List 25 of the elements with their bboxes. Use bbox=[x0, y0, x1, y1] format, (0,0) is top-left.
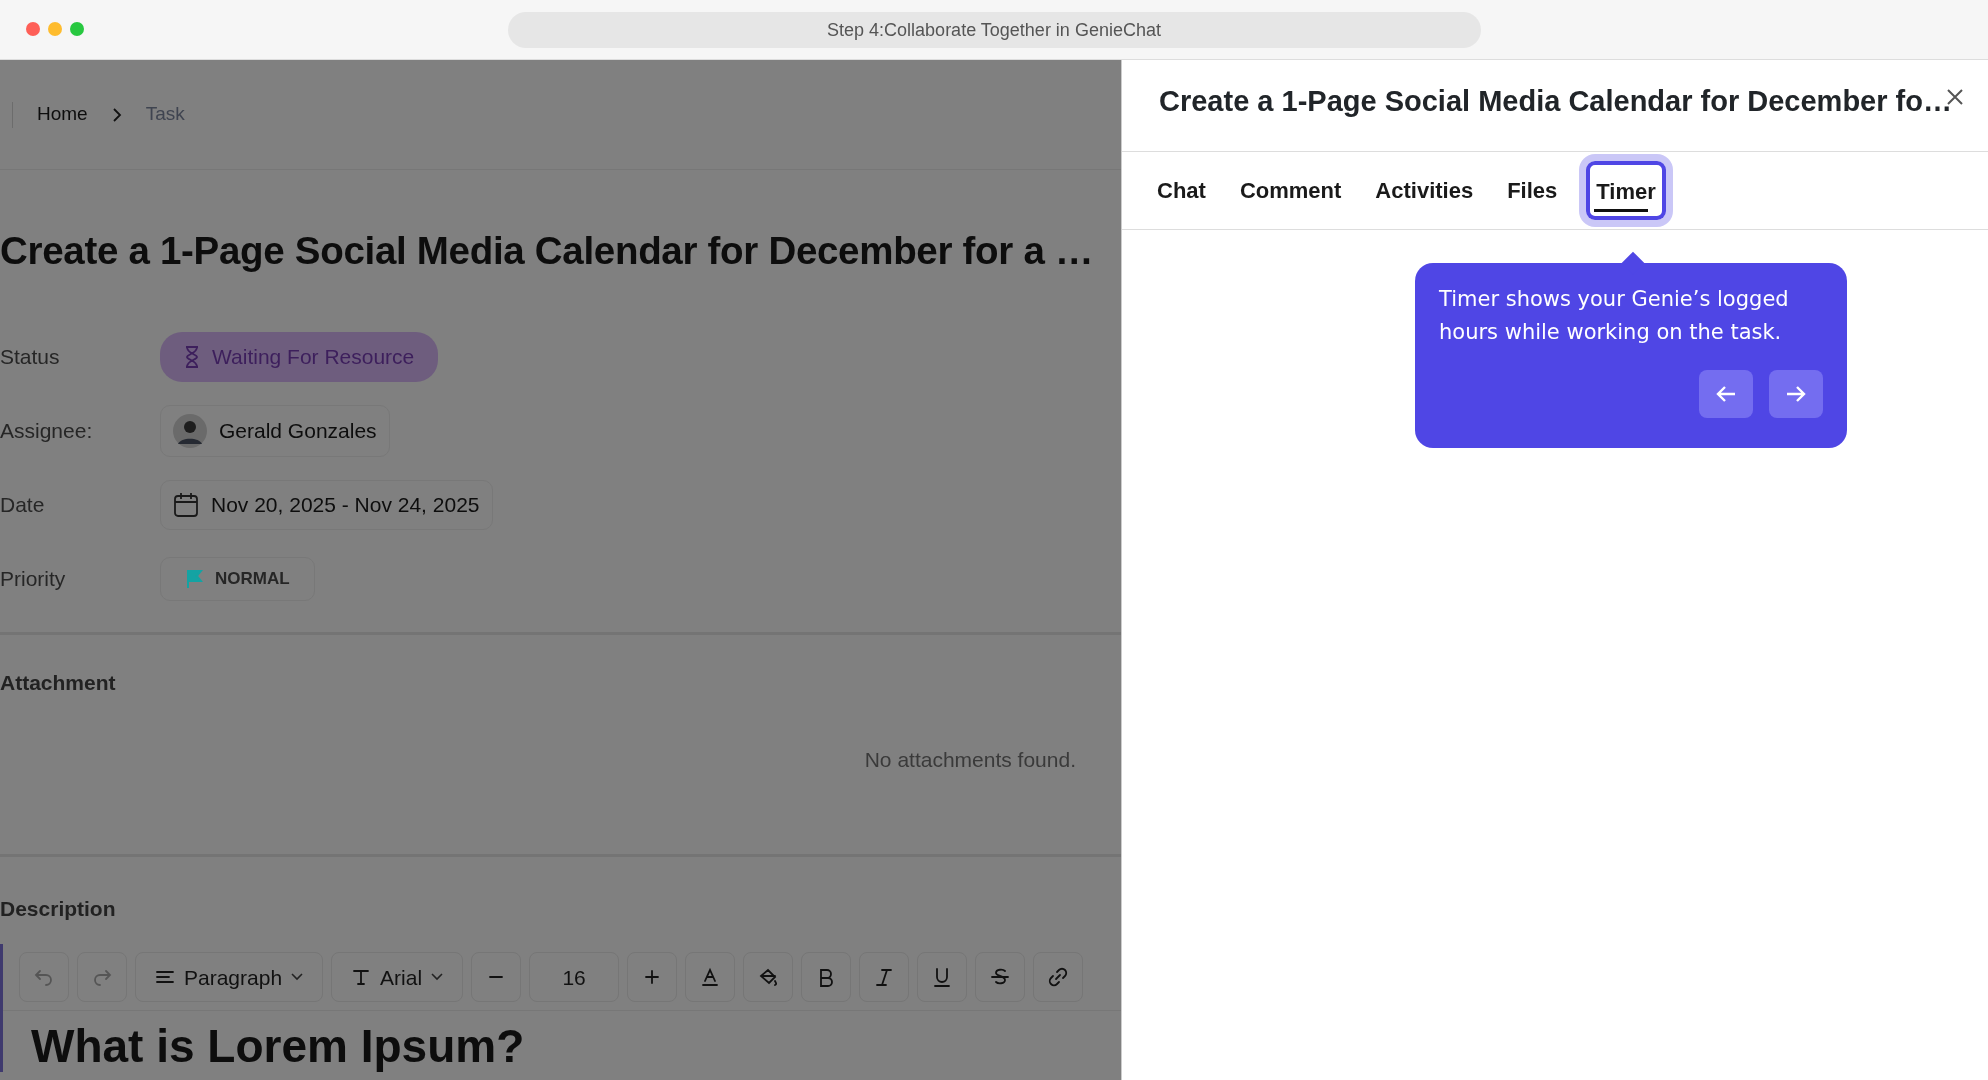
field-label: Status bbox=[0, 344, 61, 370]
tab[interactable]: Chat bbox=[1145, 162, 1218, 219]
field-label: Priority bbox=[0, 566, 67, 592]
content-heading: What is Lorem Ipsum? bbox=[31, 1021, 526, 1072]
breadcrumb-link[interactable]: Home bbox=[37, 100, 88, 129]
tooltip-text: Timer shows your Genie’s logged hours while working on the task. bbox=[1439, 286, 1790, 346]
tab[interactable]: Comment bbox=[1227, 162, 1354, 219]
empty-message: No attachments found. bbox=[864, 747, 1076, 774]
field-label: Assignee: bbox=[0, 418, 94, 444]
field-value: NORMAL bbox=[215, 568, 290, 590]
section-heading: Description bbox=[0, 895, 117, 922]
task-title: Create a 1-Page Social Media Calendar for December for a … bbox=[0, 228, 1095, 274]
panel-title: Create a 1-Page Social Media Calendar for December fo… bbox=[1122, 60, 1988, 152]
block-style-dropdown[interactable]: Paragraph bbox=[135, 952, 324, 1003]
tab[interactable]: Timer bbox=[1579, 154, 1673, 227]
field-value: Gerald Gonzales bbox=[219, 418, 377, 444]
field-value: Nov 20, 2025 - Nov 24, 2025 bbox=[211, 492, 480, 518]
font-dropdown[interactable]: Arial bbox=[331, 952, 464, 1003]
tab[interactable]: Activities bbox=[1363, 162, 1486, 219]
section-heading: Attachment bbox=[0, 669, 117, 696]
font-size-field[interactable]: 16 bbox=[529, 952, 620, 1003]
status-badge: Waiting For Resource bbox=[160, 332, 439, 382]
field-label: Date bbox=[0, 492, 46, 518]
tab[interactable]: Files bbox=[1495, 162, 1570, 219]
window-title: Step 4:Collaborate Together in GenieChat bbox=[507, 11, 1481, 48]
